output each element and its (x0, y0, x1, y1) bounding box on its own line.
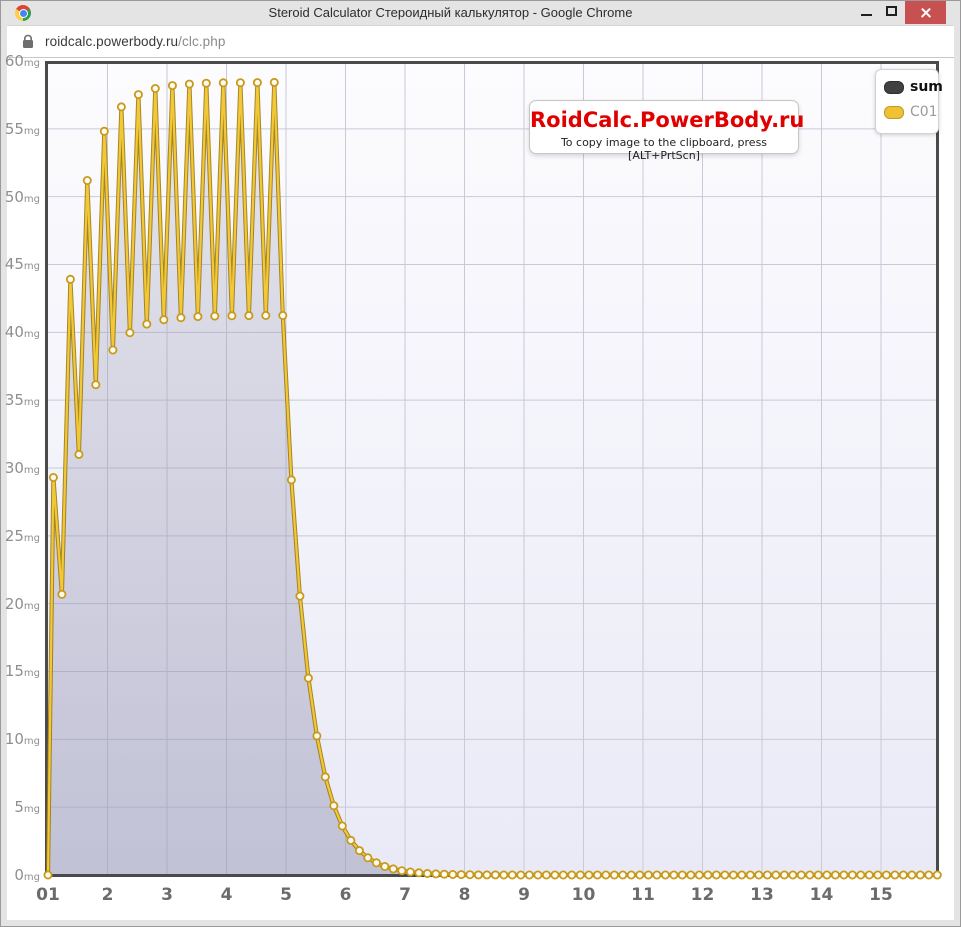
page-content: 0mg5mg10mg15mg20mg25mg30mg35mg40mg45mg50… (7, 58, 954, 920)
x-axis-tick-label: 12 (681, 885, 725, 905)
y-axis-tick-label: 30mg (1, 458, 40, 481)
watermark-subtitle: To copy image to the clipboard, press [A… (530, 136, 798, 162)
concentration-chart[interactable] (1, 58, 961, 880)
x-axis-tick-label: 13 (740, 885, 784, 905)
x-axis-tick-label: 10 (562, 885, 606, 905)
watermark-title: RoidCalc.PowerBody.ru (530, 108, 798, 132)
chrome-logo-icon (15, 5, 31, 21)
y-axis-tick-label: 35mg (1, 390, 40, 413)
x-axis-tick-label: 3 (145, 885, 189, 905)
legend-item-c01[interactable]: C01 (884, 104, 938, 120)
padlock-icon[interactable] (22, 34, 34, 49)
legend-swatch-sum (884, 81, 904, 94)
address-bar[interactable]: roidcalc.powerbody.ru/clc.php (7, 25, 954, 58)
minimize-button[interactable] (855, 1, 880, 24)
close-button[interactable] (905, 1, 946, 24)
legend-swatch-c01 (884, 106, 904, 119)
y-axis-tick-label: 60mg (1, 51, 40, 74)
browser-window: Steroid Calculator Стероидный калькулято… (0, 0, 961, 927)
x-axis-tick-label: 01 (26, 885, 70, 905)
window-title: Steroid Calculator Стероидный калькулято… (61, 1, 840, 25)
y-axis-tick-label: 10mg (1, 729, 40, 752)
chart-legend: sum C01 (875, 69, 939, 134)
x-axis-tick-label: 7 (383, 885, 427, 905)
y-axis-tick-label: 20mg (1, 594, 40, 617)
x-axis-tick-label: 14 (800, 885, 844, 905)
legend-label-c01: C01 (910, 104, 938, 120)
y-axis-tick-label: 50mg (1, 187, 40, 210)
y-axis-tick-label: 45mg (1, 254, 40, 277)
x-axis-tick-label: 2 (86, 885, 130, 905)
url-domain: roidcalc.powerbody.ru (45, 34, 178, 49)
watermark-box: RoidCalc.PowerBody.ru To copy image to t… (529, 100, 799, 154)
url-path: /clc.php (178, 34, 225, 49)
url-text[interactable]: roidcalc.powerbody.ru/clc.php (45, 34, 226, 49)
legend-label-sum: sum (910, 79, 943, 95)
y-axis-tick-label: 5mg (1, 797, 40, 820)
maximize-button[interactable] (880, 1, 905, 24)
x-axis-tick-label: 4 (205, 885, 249, 905)
chart-area: 0mg5mg10mg15mg20mg25mg30mg35mg40mg45mg50… (1, 58, 961, 922)
y-axis-tick-label: 15mg (1, 661, 40, 684)
x-axis-tick-label: 6 (324, 885, 368, 905)
x-axis-tick-label: 8 (443, 885, 487, 905)
x-axis-tick-label: 9 (502, 885, 546, 905)
window-controls (855, 1, 946, 24)
titlebar: Steroid Calculator Стероидный калькулято… (1, 1, 960, 25)
x-axis-tick-label: 15 (859, 885, 903, 905)
x-axis-tick-label: 11 (621, 885, 665, 905)
legend-item-sum[interactable]: sum (884, 79, 938, 95)
x-axis-tick-label: 5 (264, 885, 308, 905)
y-axis-tick-label: 25mg (1, 526, 40, 549)
y-axis-tick-label: 40mg (1, 322, 40, 345)
y-axis-tick-label: 55mg (1, 119, 40, 142)
